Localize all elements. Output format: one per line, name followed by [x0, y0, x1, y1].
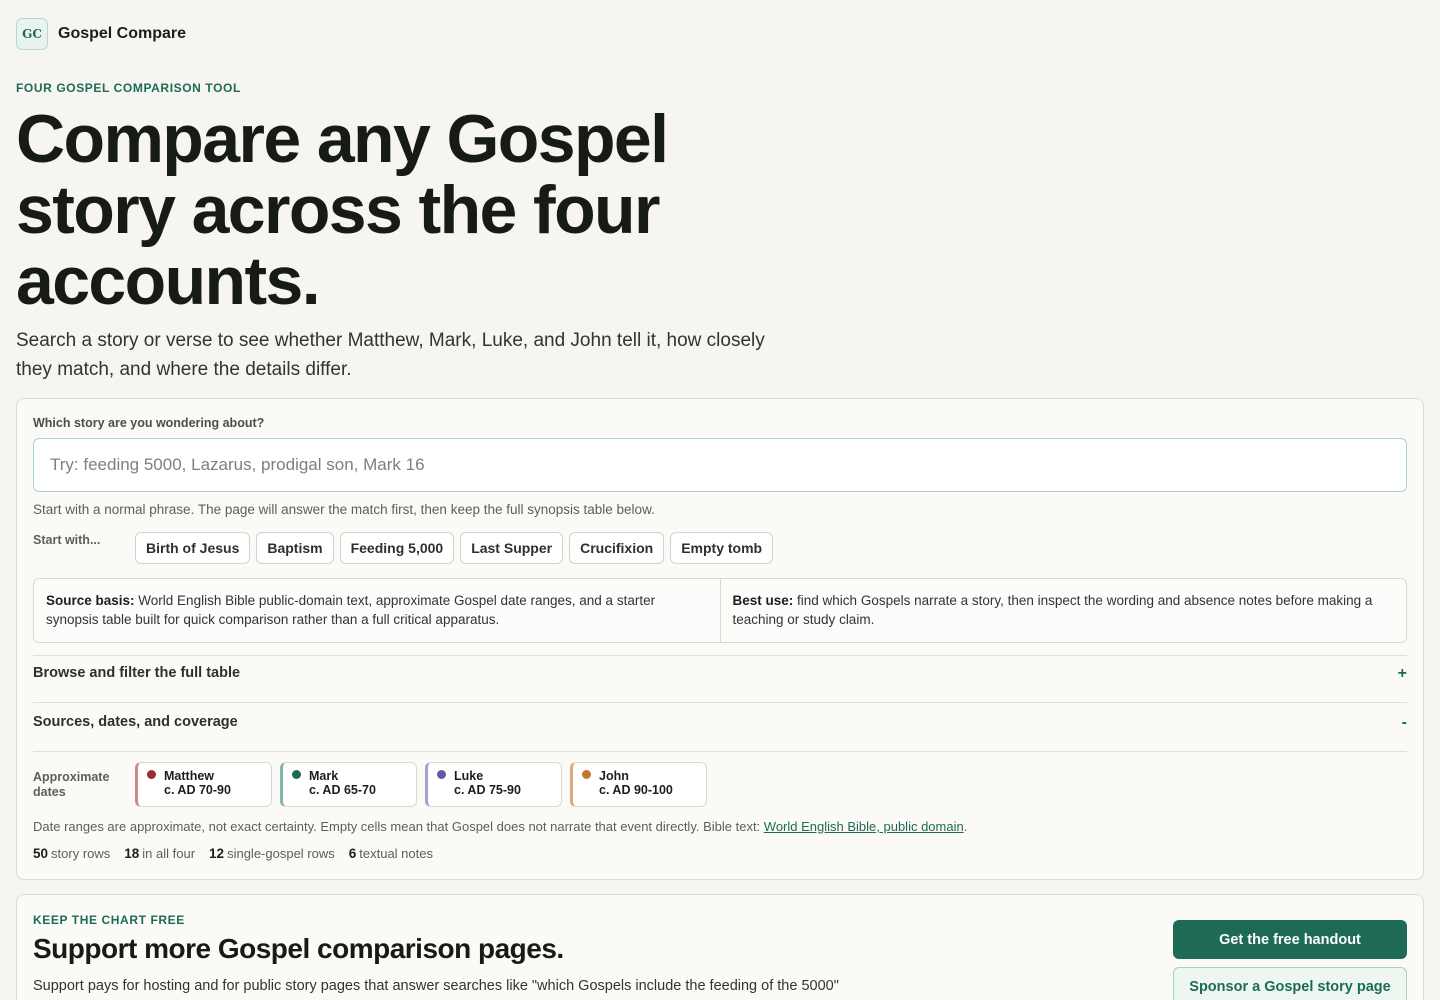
source-basis: Source basis: World English Bible public… — [34, 579, 720, 642]
site-logo[interactable]: GC — [16, 18, 48, 50]
dates-note: Date ranges are approximate, not exact c… — [33, 819, 967, 834]
stat-count: 50 — [33, 846, 49, 861]
date-card-john: John c. AD 90-100 — [570, 762, 707, 807]
stat-label: in all four — [142, 846, 196, 861]
minus-icon[interactable]: - — [1402, 714, 1407, 732]
stat-label: single-gospel rows — [227, 846, 335, 861]
accordion-sources-dates[interactable]: Sources, dates, and coverage - — [33, 714, 1407, 732]
stat-count: 12 — [209, 846, 225, 861]
hero-subtitle: Search a story or verse to see whether M… — [16, 330, 765, 380]
coverage-stats: 50 story rows 18 in all four 12 single-gosp… — [33, 846, 433, 861]
stat-label: textual notes — [359, 846, 433, 861]
gospel-range: c. AD 70-90 — [164, 783, 231, 797]
sponsor-page-button[interactable]: Sponsor a Gospel story page — [1173, 967, 1407, 1000]
chip-birth-of-jesus[interactable]: Birth of Jesus — [135, 532, 251, 564]
mark-dot-icon — [292, 770, 301, 779]
suggestion-chips: Birth of Jesus Baptism Feeding 5,000 Las… — [135, 532, 774, 564]
gospel-range: c. AD 65-70 — [309, 783, 376, 797]
source-basis-text: World English Bible public-domain text, … — [46, 593, 656, 627]
chip-feeding-5000[interactable]: Feeding 5,000 — [339, 532, 455, 564]
hero-eyebrow: FOUR GOSPEL COMPARISON TOOL — [16, 81, 241, 95]
gospel-name: John — [599, 769, 629, 783]
page-title: Compare any Gospel story across the four… — [16, 101, 669, 319]
search-card: Which story are you wondering about? Sta… — [16, 398, 1424, 880]
chip-crucifixion[interactable]: Crucifixion — [569, 532, 665, 564]
gospel-range: c. AD 75-90 — [454, 783, 521, 797]
stat-all-four: 18 in all four — [124, 846, 195, 861]
best-use-label: Best use: — [732, 593, 794, 608]
plus-icon[interactable]: + — [1398, 665, 1407, 683]
stat-textual-notes: 6 textual notes — [349, 846, 433, 861]
gospel-range: c. AD 90-100 — [599, 783, 673, 797]
luke-dot-icon — [437, 770, 446, 779]
info-box: Source basis: World English Bible public… — [33, 578, 1407, 643]
stat-count: 6 — [348, 846, 357, 861]
john-dot-icon — [582, 770, 591, 779]
best-use-text: find which Gospels narrate a story, then… — [732, 593, 1373, 627]
date-card-matthew: Matthew c. AD 70-90 — [135, 762, 272, 807]
best-use: Best use: find which Gospels narrate a s… — [719, 579, 1407, 642]
web-license-link[interactable]: World English Bible, public domain — [764, 819, 964, 834]
date-card-luke: Luke c. AD 75-90 — [425, 762, 562, 807]
stat-label: story rows — [51, 846, 111, 861]
chip-empty-tomb[interactable]: Empty tomb — [670, 532, 774, 564]
gospel-date-cards: Matthew c. AD 70-90 Mark c. AD 65-70 Luk… — [135, 762, 707, 807]
search-input[interactable] — [33, 438, 1407, 492]
support-text: Support pays for hosting and for public … — [33, 978, 839, 994]
source-basis-label: Source basis: — [46, 593, 135, 608]
chip-baptism[interactable]: Baptism — [256, 532, 334, 564]
dates-note-text: Date ranges are approximate, not exact c… — [33, 819, 764, 834]
divider — [33, 655, 1407, 656]
brand-name[interactable]: Gospel Compare — [58, 25, 186, 43]
search-label: Which story are you wondering about? — [33, 416, 265, 430]
divider — [33, 751, 1407, 752]
date-card-mark: Mark c. AD 65-70 — [280, 762, 417, 807]
support-eyebrow: KEEP THE CHART FREE — [33, 913, 185, 927]
accordion-label: Browse and filter the full table — [33, 665, 241, 681]
accordion-browse-table[interactable]: Browse and filter the full table + — [33, 665, 1407, 683]
dates-note-end: . — [963, 819, 968, 834]
gospel-name: Matthew — [164, 769, 214, 783]
site-header: GC Gospel Compare — [16, 18, 186, 50]
get-handout-button[interactable]: Get the free handout — [1173, 920, 1407, 959]
matthew-dot-icon — [147, 770, 156, 779]
stat-single-gospel: 12 single-gospel rows — [209, 846, 335, 861]
support-card: KEEP THE CHART FREE Support more Gospel … — [16, 894, 1424, 1000]
accordion-label: Sources, dates, and coverage — [33, 714, 238, 730]
support-title: Support more Gospel comparison pages. — [33, 933, 564, 964]
gospel-name: Luke — [454, 769, 484, 783]
divider — [33, 702, 1407, 703]
chip-last-supper[interactable]: Last Supper — [460, 532, 564, 564]
stat-story-rows: 50 story rows — [33, 846, 110, 861]
stat-count: 18 — [124, 846, 140, 861]
gospel-name: Mark — [309, 769, 339, 783]
search-hint: Start with a normal phrase. The page wil… — [33, 502, 655, 517]
start-with-label: Start with... — [33, 533, 101, 547]
approximate-dates-label: Approximate dates — [33, 770, 110, 799]
